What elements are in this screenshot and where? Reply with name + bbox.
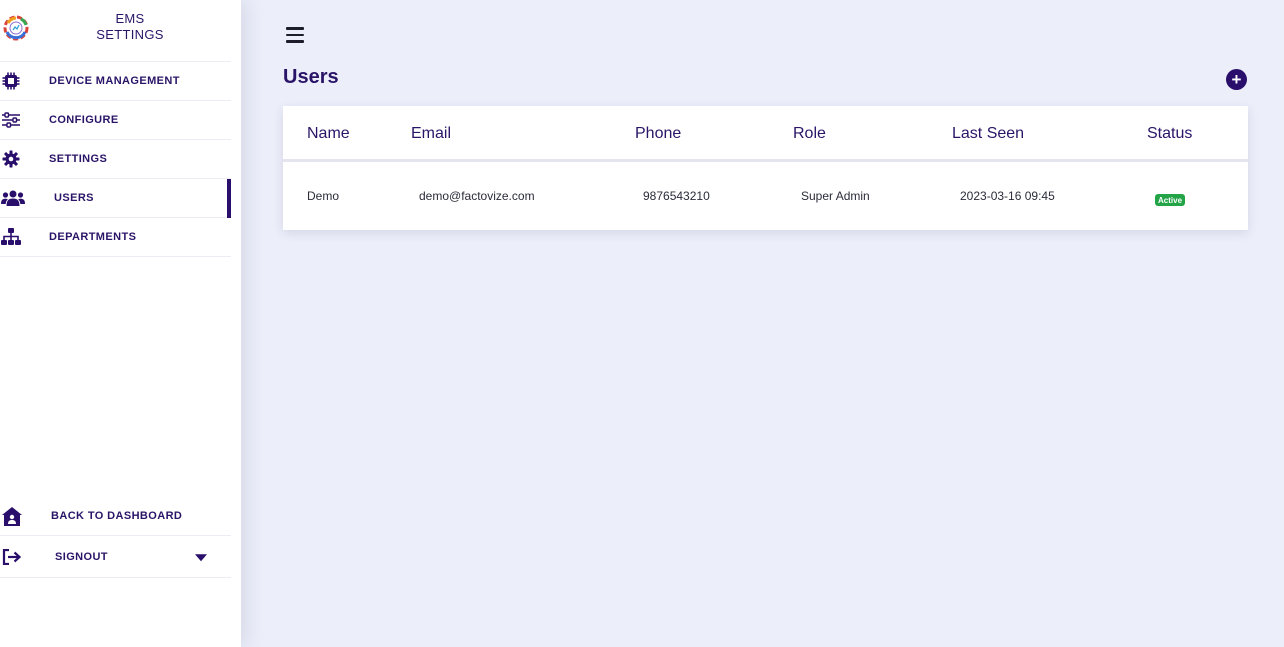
sidebar-item-configure[interactable]: CONFIGURE: [0, 101, 231, 140]
sidebar-item-label: DEPARTMENTS: [49, 231, 137, 243]
column-header-last-seen[interactable]: Last Seen: [952, 125, 1024, 143]
users-icon: [0, 188, 26, 208]
menu-toggle-icon[interactable]: [286, 27, 304, 43]
column-header-role[interactable]: Role: [793, 125, 826, 143]
chip-icon: [0, 71, 22, 91]
chevron-down-icon[interactable]: [195, 553, 207, 561]
sidebar-item-users[interactable]: USERS: [0, 179, 231, 218]
back-to-dashboard-link[interactable]: BACK TO DASHBOARD: [0, 497, 231, 536]
sidebar-item-label: USERS: [54, 192, 94, 204]
cell-email: demo@factovize.com: [419, 189, 535, 203]
column-header-phone[interactable]: Phone: [635, 125, 681, 143]
sitemap-icon: [0, 227, 22, 247]
signout-item[interactable]: SIGNOUT: [0, 536, 231, 578]
cell-phone: 9876543210: [643, 189, 710, 203]
sidebar-item-label: DEVICE MANAGEMENT: [49, 75, 180, 87]
cell-role: Super Admin: [801, 189, 870, 203]
back-to-dashboard-label: BACK TO DASHBOARD: [51, 510, 183, 522]
status-badge: Active: [1155, 194, 1186, 206]
sidebar: EMS SETTINGS DEVICE MANAGEMENT CONFIGURE…: [0, 0, 241, 647]
sidebar-item-label: CONFIGURE: [49, 114, 119, 126]
column-header-status[interactable]: Status: [1147, 125, 1192, 143]
table-header: Name Email Phone Role Last Seen Status: [283, 106, 1248, 162]
signout-label: SIGNOUT: [55, 550, 108, 563]
page-title: Users: [283, 66, 339, 88]
users-table: Name Email Phone Role Last Seen Status D…: [283, 106, 1248, 230]
cell-name: Demo: [307, 189, 340, 203]
brand: EMS SETTINGS: [0, 0, 231, 62]
column-header-name[interactable]: Name: [307, 125, 350, 143]
gear-icon: [0, 149, 22, 169]
ems-logo: [3, 15, 29, 41]
sign-out-icon: [1, 547, 23, 567]
plus-circle-icon: +: [1231, 70, 1242, 89]
brand-line-1: EMS: [115, 11, 145, 26]
sidebar-item-departments[interactable]: DEPARTMENTS: [0, 218, 231, 257]
brand-line-2: SETTINGS: [96, 27, 164, 42]
add-user-button[interactable]: +: [1226, 69, 1247, 90]
house-user-icon: [1, 506, 23, 526]
sidebar-item-device-management[interactable]: DEVICE MANAGEMENT: [0, 62, 231, 101]
column-header-email[interactable]: Email: [411, 125, 451, 143]
sidebar-item-settings[interactable]: SETTINGS: [0, 140, 231, 179]
sliders-icon: [0, 110, 22, 130]
sidebar-bottom-nav: BACK TO DASHBOARD SIGNOUT: [0, 497, 241, 578]
brand-title: EMS SETTINGS: [60, 11, 200, 43]
table-row[interactable]: Demo demo@factovize.com 9876543210 Super…: [283, 162, 1248, 227]
sidebar-item-label: SETTINGS: [49, 153, 108, 165]
cell-last-seen: 2023-03-16 09:45: [960, 189, 1055, 203]
